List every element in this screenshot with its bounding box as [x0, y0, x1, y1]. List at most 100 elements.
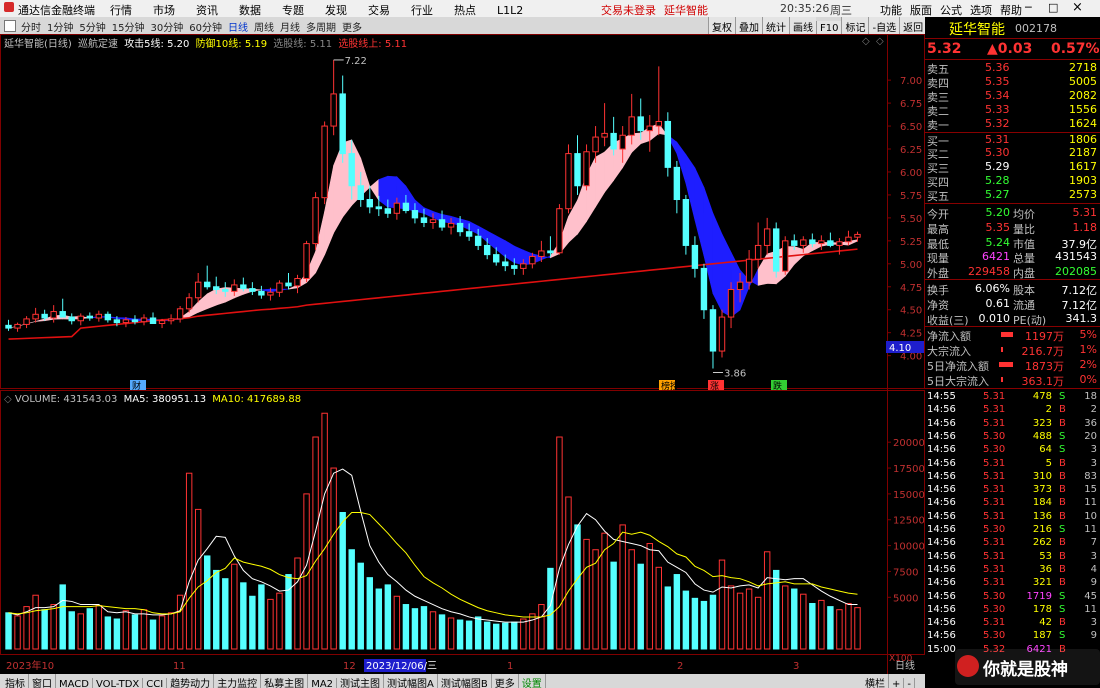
tick-row[interactable]: 14:56 5.31 42 B 3: [925, 617, 1100, 630]
candle-down[interactable]: [709, 309, 717, 352]
tick-row[interactable]: 14:56 5.30 488 S 20: [925, 431, 1100, 444]
candle-down[interactable]: [204, 281, 211, 288]
timeframe-tab[interactable]: 更多: [339, 17, 365, 34]
indicator-tab[interactable]: 设置: [519, 674, 546, 688]
candle-down[interactable]: [682, 199, 690, 246]
tick-row[interactable]: 14:56 5.31 323 B 36: [925, 418, 1100, 431]
candle-up[interactable]: [727, 289, 735, 318]
indicator-tab[interactable]: 指标: [2, 674, 29, 688]
candle-down[interactable]: [149, 317, 157, 324]
candle-down[interactable]: [240, 284, 247, 290]
candle-down[interactable]: [772, 228, 780, 272]
toolbar-button[interactable]: F10: [816, 21, 842, 35]
bid-row[interactable]: 买二 5.30 2187: [925, 146, 1100, 161]
candle-down[interactable]: [791, 240, 798, 246]
menu-item[interactable]: 交易: [368, 4, 390, 17]
candle-up[interactable]: [601, 132, 608, 138]
candle-up[interactable]: [321, 125, 328, 199]
candle-up[interactable]: [754, 244, 762, 260]
bottom-control[interactable]: +: [889, 678, 905, 688]
candle-down[interactable]: [438, 219, 446, 228]
tick-row[interactable]: 14:56 5.31 262 B 7: [925, 537, 1100, 550]
right-menu-item[interactable]: 公式: [940, 4, 962, 17]
menu-item[interactable]: L1L2: [497, 4, 523, 17]
candle-down[interactable]: [348, 153, 355, 187]
candle-up[interactable]: [592, 136, 599, 153]
login-status[interactable]: 交易未登录: [601, 2, 656, 18]
candle-up[interactable]: [745, 258, 753, 283]
candle-up[interactable]: [619, 134, 626, 150]
candle-up[interactable]: [736, 281, 744, 291]
candle-up[interactable]: [158, 320, 166, 324]
timeframe-tab[interactable]: 月线: [277, 17, 303, 34]
candle-down[interactable]: [691, 244, 699, 269]
candle-down[interactable]: [104, 313, 112, 321]
candle-down[interactable]: [5, 324, 12, 329]
candle-up[interactable]: [556, 208, 563, 254]
bid-row[interactable]: 买三 5.29 1617: [925, 160, 1100, 175]
candle-down[interactable]: [339, 93, 346, 155]
menu-item[interactable]: 行情: [110, 4, 132, 17]
candle-down[interactable]: [41, 313, 48, 319]
indicator-tab[interactable]: MA2: [308, 678, 338, 688]
candle-up[interactable]: [800, 239, 807, 246]
candle-down[interactable]: [68, 316, 75, 322]
volume-collapse-icon[interactable]: ◇: [4, 394, 12, 405]
tick-row[interactable]: 14:56 5.31 184 B 11: [925, 497, 1100, 510]
candle-down[interactable]: [249, 288, 256, 292]
candle-up[interactable]: [429, 219, 437, 223]
indicator-tab[interactable]: 测试幅图A: [384, 674, 438, 688]
event-tag-label[interactable]: 财: [132, 380, 141, 392]
candle-up[interactable]: [529, 255, 536, 265]
candle-down[interactable]: [574, 153, 581, 187]
candle-up[interactable]: [854, 233, 861, 238]
candle-down[interactable]: [547, 250, 554, 254]
menu-item[interactable]: 资讯: [196, 4, 218, 17]
bid-row[interactable]: 买四 5.28 1903: [925, 174, 1100, 189]
candle-up[interactable]: [140, 317, 148, 323]
indicator-tab[interactable]: CCI: [143, 678, 168, 688]
toolbar-button[interactable]: 复权: [708, 17, 735, 35]
candle-down[interactable]: [411, 210, 419, 219]
timeframe-tab[interactable]: 日线: [225, 17, 251, 34]
candle-down[interactable]: [673, 166, 681, 201]
tick-row[interactable]: 14:56 5.31 136 B 10: [925, 511, 1100, 524]
tick-row[interactable]: 14:56 5.31 53 B 3: [925, 551, 1100, 564]
candle-up[interactable]: [538, 250, 545, 257]
candle-down[interactable]: [493, 254, 500, 263]
candle-up[interactable]: [95, 313, 103, 319]
candle-up[interactable]: [330, 93, 337, 127]
ask-row[interactable]: 卖二 5.33 1556: [925, 103, 1100, 118]
candle-down[interactable]: [213, 286, 220, 291]
candle-down[interactable]: [700, 267, 708, 311]
tick-row[interactable]: 14:56 5.31 2 B 2: [925, 404, 1100, 417]
bid-row[interactable]: 买五 5.27 2573: [925, 188, 1100, 203]
timeframe-tab[interactable]: 多周期: [303, 17, 339, 34]
event-tag-label[interactable]: 涨: [710, 381, 719, 392]
candle-down[interactable]: [222, 289, 229, 292]
right-menu-item[interactable]: 版面: [910, 4, 932, 17]
candle-down[interactable]: [258, 290, 265, 296]
candle-up[interactable]: [50, 311, 57, 319]
panel-close-icon[interactable]: ◇: [876, 36, 884, 47]
candle-down[interactable]: [511, 265, 518, 269]
candle-down[interactable]: [86, 315, 94, 319]
candle-up[interactable]: [520, 263, 527, 269]
candle-down[interactable]: [113, 319, 121, 324]
tick-row[interactable]: 14:56 5.30 178 S 11: [925, 604, 1100, 617]
ask-row[interactable]: 卖四 5.35 5005: [925, 75, 1100, 90]
timeframe-tab[interactable]: 30分钟: [147, 17, 186, 34]
candle-up[interactable]: [583, 151, 590, 187]
candle-up[interactable]: [845, 236, 852, 243]
tick-row[interactable]: 14:56 5.31 5 B 3: [925, 458, 1100, 471]
candle-up[interactable]: [782, 240, 789, 272]
candle-up[interactable]: [231, 284, 238, 292]
menu-item[interactable]: 数据: [239, 4, 261, 17]
candle-up[interactable]: [267, 291, 274, 296]
tick-row[interactable]: 14:56 5.30 216 S 11: [925, 524, 1100, 537]
timeframe-tab[interactable]: 分时: [18, 17, 44, 34]
candle-up[interactable]: [646, 125, 653, 132]
candle-up[interactable]: [176, 308, 184, 320]
candle-down[interactable]: [474, 235, 482, 246]
candle-up[interactable]: [185, 297, 193, 310]
